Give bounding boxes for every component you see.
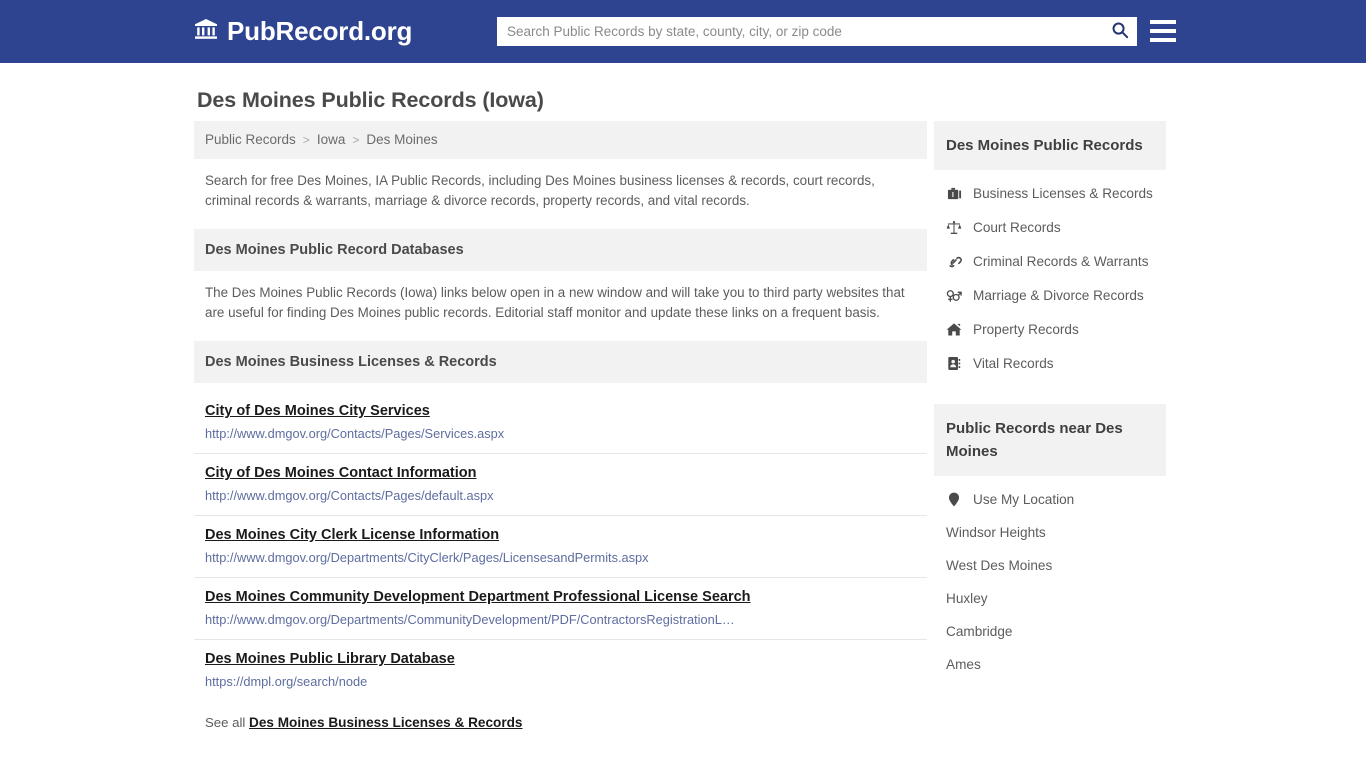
sidebar-item-label: Court Records — [973, 219, 1061, 235]
sidebar-item-cambridge[interactable]: Cambridge — [934, 615, 1166, 648]
record-link-url: https://dmpl.org/search/node — [205, 674, 368, 689]
hamburger-menu-icon[interactable] — [1150, 17, 1176, 45]
record-link-title[interactable]: City of Des Moines Contact Information — [205, 465, 477, 481]
sidebar-item-label: Marriage & Divorce Records — [973, 287, 1144, 303]
briefcase-icon — [946, 185, 962, 201]
sidebar-item-label: Huxley — [946, 591, 988, 606]
record-link-list: City of Des Moines City Services http://… — [194, 391, 927, 740]
search-input[interactable] — [497, 18, 1103, 45]
databases-section-heading: Des Moines Public Record Databases — [194, 229, 927, 271]
sidebar: Des Moines Public Records Business Licen… — [934, 121, 1166, 681]
sidebar-item-label: Business Licenses & Records — [973, 185, 1153, 201]
sidebar-item-criminal-records[interactable]: Criminal Records & Warrants — [934, 244, 1166, 278]
list-item[interactable]: Des Moines Community Development Departm… — [194, 578, 927, 640]
list-item[interactable]: Des Moines City Clerk License Informatio… — [194, 516, 927, 578]
record-link-title[interactable]: Des Moines City Clerk License Informatio… — [205, 527, 499, 543]
intro-paragraph: Search for free Des Moines, IA Public Re… — [205, 173, 875, 208]
hamburger-bar — [1150, 38, 1176, 42]
sidebar-item-label: Vital Records — [973, 355, 1054, 371]
breadcrumb-item-des-moines[interactable]: Des Moines — [366, 132, 437, 147]
sidebar-item-property-records[interactable]: Property Records — [934, 312, 1166, 346]
hamburger-bar — [1150, 29, 1176, 33]
record-link-url: http://www.dmgov.org/Contacts/Pages/defa… — [205, 488, 494, 503]
business-licenses-section-heading: Des Moines Business Licenses & Records — [194, 341, 927, 383]
sidebar-item-label: Use My Location — [973, 491, 1075, 507]
record-link-title[interactable]: Des Moines Community Development Departm… — [205, 589, 751, 605]
address-book-icon — [946, 355, 962, 371]
sidebar-item-marriage-divorce[interactable]: Marriage & Divorce Records — [934, 278, 1166, 312]
list-item[interactable]: Des Moines Public Library Database https… — [194, 640, 927, 701]
page-title: Des Moines Public Records (Iowa) — [197, 88, 544, 112]
sidebar-item-use-my-location[interactable]: Use My Location — [934, 482, 1166, 516]
hamburger-bar — [1150, 20, 1176, 24]
breadcrumb: Public Records > Iowa > Des Moines — [194, 121, 927, 159]
see-all-prefix: See all — [205, 715, 246, 730]
scales-of-justice-icon — [946, 219, 962, 235]
list-item[interactable]: City of Des Moines City Services http://… — [194, 391, 927, 454]
sidebar-item-label: Property Records — [973, 321, 1079, 337]
sidebar-records-heading: Des Moines Public Records — [934, 121, 1166, 170]
see-all-row: See all Des Moines Business Licenses & R… — [194, 701, 927, 740]
sidebar-item-vital-records[interactable]: Vital Records — [934, 346, 1166, 380]
sidebar-item-windsor-heights[interactable]: Windsor Heights — [934, 516, 1166, 549]
sidebar-nearby-heading: Public Records near Des Moines — [934, 404, 1166, 476]
sidebar-item-label: Cambridge — [946, 624, 1013, 639]
sidebar-nearby-block: Public Records near Des Moines Use My Lo… — [934, 404, 1166, 681]
sidebar-item-huxley[interactable]: Huxley — [934, 582, 1166, 615]
list-item[interactable]: City of Des Moines Contact Information h… — [194, 454, 927, 516]
handcuffs-icon — [946, 253, 962, 269]
sidebar-item-label: Criminal Records & Warrants — [973, 253, 1149, 269]
sidebar-records-list: Business Licenses & Records Court Record… — [934, 170, 1166, 380]
search-button[interactable] — [1103, 18, 1137, 45]
breadcrumb-separator: > — [302, 132, 310, 147]
see-all-link[interactable]: Des Moines Business Licenses & Records — [249, 715, 523, 730]
search-icon — [1111, 21, 1129, 42]
record-link-url: http://www.dmgov.org/Contacts/Pages/Serv… — [205, 426, 505, 441]
sidebar-item-label: Ames — [946, 657, 981, 672]
sidebar-item-label: West Des Moines — [946, 558, 1053, 573]
sidebar-item-business-licenses[interactable]: Business Licenses & Records — [934, 176, 1166, 210]
breadcrumb-separator: > — [352, 132, 360, 147]
venus-mars-icon — [946, 287, 962, 303]
brand-name: PubRecord.org — [227, 16, 413, 46]
home-icon — [946, 321, 962, 337]
map-pin-icon — [946, 491, 962, 507]
record-link-url: http://www.dmgov.org/Departments/CityCle… — [205, 550, 649, 565]
sidebar-item-court-records[interactable]: Court Records — [934, 210, 1166, 244]
search-bar — [497, 17, 1137, 46]
breadcrumb-item-public-records[interactable]: Public Records — [205, 132, 296, 147]
breadcrumb-item-iowa[interactable]: Iowa — [317, 132, 346, 147]
record-link-title[interactable]: City of Des Moines City Services — [205, 403, 430, 419]
brand-logo-link[interactable]: PubRecord.org — [194, 16, 412, 47]
sidebar-item-label: Windsor Heights — [946, 525, 1046, 540]
sidebar-item-west-des-moines[interactable]: West Des Moines — [934, 549, 1166, 582]
site-header: PubRecord.org — [0, 0, 1366, 63]
databases-paragraph: The Des Moines Public Records (Iowa) lin… — [205, 285, 905, 320]
record-link-url: http://www.dmgov.org/Departments/Communi… — [205, 612, 735, 627]
main-content: Public Records > Iowa > Des Moines Searc… — [194, 121, 927, 740]
sidebar-item-ames[interactable]: Ames — [934, 648, 1166, 681]
record-link-title[interactable]: Des Moines Public Library Database — [205, 651, 455, 667]
bank-building-icon — [194, 17, 218, 46]
sidebar-nearby-list: Use My Location Windsor Heights West Des… — [934, 476, 1166, 681]
